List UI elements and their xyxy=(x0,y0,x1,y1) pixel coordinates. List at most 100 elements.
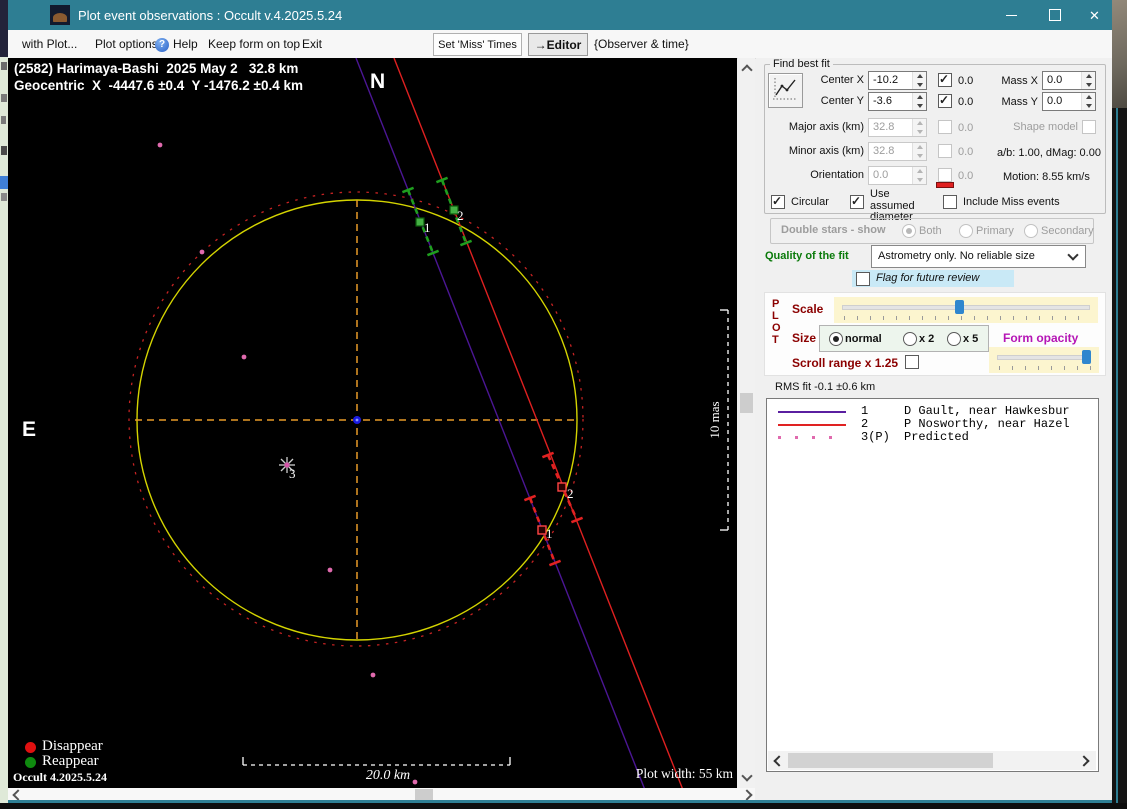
plot-vertical-scrollbar[interactable] xyxy=(738,58,755,788)
opacity-slider-track[interactable] xyxy=(997,355,1091,360)
center-y-stepper[interactable]: -3.6 xyxy=(868,92,927,111)
km-scale-bar xyxy=(243,757,510,765)
occult-plot-window: Plot event observations : Occult v.4.202… xyxy=(8,0,1112,803)
listbox-scroll-thumb[interactable] xyxy=(788,753,993,768)
size-x5-radio[interactable] xyxy=(947,332,961,346)
center-x-fixed-value: 0.0 xyxy=(958,75,973,87)
scale-slider-track[interactable] xyxy=(842,305,1090,310)
disappear-dot xyxy=(25,742,36,753)
major-axis-label: Major axis (km) xyxy=(784,121,864,133)
minimize-button[interactable] xyxy=(989,0,1033,30)
use-assumed-checkbox[interactable] xyxy=(850,195,864,209)
observation-number: 1 xyxy=(861,404,868,418)
plot-letter-o: O xyxy=(772,322,781,334)
editor-button[interactable]: →Editor xyxy=(528,33,588,56)
scroll-range-checkbox[interactable] xyxy=(905,355,919,369)
double-both-label: Both xyxy=(919,225,942,237)
scroll-right-icon[interactable] xyxy=(1078,755,1089,766)
east-label: E xyxy=(22,418,36,442)
stepper-arrows-icon[interactable] xyxy=(912,72,926,89)
menu-exit[interactable]: Exit xyxy=(302,37,322,51)
stepper-arrows-icon[interactable] xyxy=(912,93,926,110)
form-opacity-slider[interactable] xyxy=(989,347,1099,373)
size-radio-group: normal x 2 x 5 xyxy=(819,325,989,352)
chord2-track xyxy=(394,58,683,788)
scale-slider[interactable] xyxy=(834,297,1098,323)
scale-slider-thumb[interactable] xyxy=(955,300,964,314)
stepper-arrows-icon[interactable] xyxy=(1081,93,1095,110)
chord2-disappear-label: 2 xyxy=(457,208,464,224)
opacity-slider-thumb[interactable] xyxy=(1082,350,1091,364)
scroll-left-icon[interactable] xyxy=(12,789,23,800)
center-y-fix-checkbox[interactable] xyxy=(938,94,952,108)
listbox-horizontal-scrollbar[interactable] xyxy=(768,751,1096,770)
include-miss-checkbox[interactable] xyxy=(943,195,957,209)
version-label: Occult 4.2025.5.24 xyxy=(13,770,107,785)
orientation-fix-checkbox xyxy=(938,168,952,182)
scale-slider-ticks xyxy=(844,316,1090,320)
motion-label: Motion: 8.55 km/s xyxy=(1003,171,1090,183)
mass-y-label: Mass Y xyxy=(986,96,1038,108)
close-button[interactable]: ✕ xyxy=(1077,0,1112,30)
center-x-fix-checkbox[interactable] xyxy=(938,73,952,87)
scroll-right-icon[interactable] xyxy=(741,789,752,800)
scroll-range-label: Scroll range x 1.25 xyxy=(792,356,898,370)
observation-desc: P Nosworthy, near Hazel xyxy=(904,417,1070,431)
chord1-track xyxy=(356,58,645,788)
center-x-stepper[interactable]: -10.2 xyxy=(868,71,927,90)
minor-axis-label: Minor axis (km) xyxy=(784,145,864,157)
title-bar[interactable]: Plot event observations : Occult v.4.202… xyxy=(8,0,1112,30)
observation-desc: Predicted xyxy=(904,430,969,444)
major-axis-stepper: 32.8 xyxy=(868,118,927,137)
scroll-down-icon[interactable] xyxy=(741,770,752,781)
predicted-dots-swatch xyxy=(778,436,846,439)
mas-scale-label: 10 mas xyxy=(707,401,722,438)
window-title: Plot event observations : Occult v.4.202… xyxy=(78,8,342,23)
mass-y-stepper[interactable]: 0.0 xyxy=(1042,92,1096,111)
scale-label: Scale xyxy=(792,302,823,316)
include-miss-label: Include Miss events xyxy=(963,196,1060,208)
ab-dmag-label: a/b: 1.00, dMag: 0.00 xyxy=(997,147,1101,159)
size-x2-radio[interactable] xyxy=(903,332,917,346)
circular-checkbox[interactable] xyxy=(771,195,785,209)
chord2-line-swatch xyxy=(778,424,846,426)
maximize-button[interactable] xyxy=(1033,0,1077,30)
chord1-line-swatch xyxy=(778,411,846,413)
plot-letter-l: L xyxy=(772,310,779,322)
mass-x-stepper[interactable]: 0.0 xyxy=(1042,71,1096,90)
mass-x-label: Mass X xyxy=(986,75,1038,87)
plot-letter-p: P xyxy=(772,298,779,310)
double-stars-label: Double stars - show xyxy=(781,224,886,236)
shape-model-checkbox xyxy=(1082,120,1096,134)
menu-keep-on-top[interactable]: Keep form on top xyxy=(208,37,300,51)
quality-value: Astrometry only. No reliable size xyxy=(878,250,1035,262)
double-primary-radio xyxy=(959,224,973,238)
combo-dropdown-icon[interactable] xyxy=(1067,249,1078,260)
horizontal-scroll-thumb[interactable] xyxy=(415,789,433,800)
window-bottom-border xyxy=(8,800,1112,803)
scroll-up-icon[interactable] xyxy=(741,64,752,75)
double-primary-label: Primary xyxy=(976,225,1014,237)
major-axis-fix-checkbox xyxy=(938,120,952,134)
flag-review-checkbox[interactable] xyxy=(856,272,870,286)
scroll-left-icon[interactable] xyxy=(773,755,784,766)
quality-combobox[interactable]: Astrometry only. No reliable size xyxy=(871,245,1086,268)
set-miss-times-button[interactable]: Set 'Miss' Times xyxy=(433,33,522,56)
menu-help[interactable]: Help xyxy=(173,37,198,51)
control-panel: Find best fit Center X -10.2 0.0 Mass X … xyxy=(756,58,1112,800)
red-dash-marker xyxy=(936,182,954,188)
reappear-marker-chord1 xyxy=(524,496,560,565)
plot-canvas[interactable]: 10 mas (2582) Harimaya-Bashi 2025 May 2 … xyxy=(8,58,737,788)
disappear-marker-chord1 xyxy=(402,188,438,255)
help-icon: ? xyxy=(155,38,169,52)
double-stars-group: Double stars - show Both Primary Seconda… xyxy=(770,218,1094,244)
chord1-reappear-label: 1 xyxy=(546,526,553,542)
screen: Plot event observations : Occult v.4.202… xyxy=(0,0,1127,809)
disappear-marker-chord2 xyxy=(436,178,471,245)
predicted-label: 3 xyxy=(289,466,296,482)
observations-listbox[interactable]: 1 D Gault, near Hawkesbur 2 P Nosworthy,… xyxy=(766,398,1099,772)
vertical-scroll-thumb[interactable] xyxy=(740,393,753,413)
size-normal-radio[interactable] xyxy=(829,332,843,346)
stepper-arrows-icon[interactable] xyxy=(1081,72,1095,89)
menu-with-plot[interactable]: with Plot... xyxy=(22,37,77,51)
